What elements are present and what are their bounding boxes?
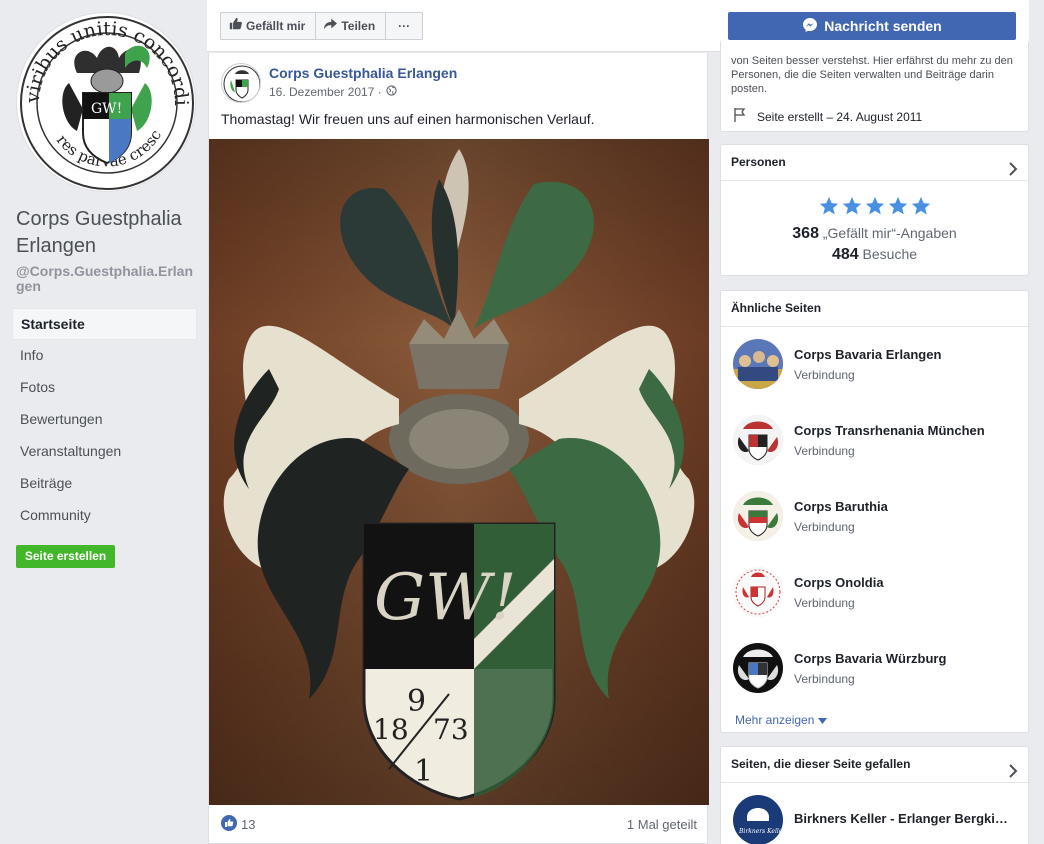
page-title: Corps Guestphalia Erlangen: [16, 208, 182, 257]
left-column: viribus unitis concordiaque res parvae c…: [0, 0, 207, 844]
visits-count: 484: [831, 246, 859, 263]
nav-item-bewertungen[interactable]: Bewertungen: [12, 404, 197, 436]
similar-page-item[interactable]: Corps Baruthia Verbindung: [721, 479, 1028, 555]
timeline-post: Corps Guestphalia Erlangen 16. Dezember …: [208, 53, 709, 844]
share-page-button[interactable]: Teilen: [316, 13, 387, 39]
caret-down-icon: [817, 713, 827, 727]
about-text: von Seiten besser verstehst. Hier erfähr…: [731, 55, 1013, 95]
page-created-text: Seite erstellt – 24. August 2011: [757, 109, 923, 124]
people-card-header[interactable]: Personen: [721, 145, 1028, 181]
similar-page-item[interactable]: Corps Bavaria Erlangen Verbindung: [721, 327, 1028, 403]
svg-text:Birkners Keller: Birkners Keller: [738, 828, 783, 835]
visits-stat: 484 Besuche: [721, 244, 1028, 265]
svg-text:9: 9: [407, 684, 426, 719]
like-page-label: Gefällt mir: [246, 19, 306, 33]
likes-count: 368: [792, 225, 819, 242]
svg-text:18: 18: [373, 713, 409, 746]
thumbs-up-icon: [229, 13, 242, 39]
visits-label: Besuche: [862, 246, 918, 262]
similar-page-thumbnail[interactable]: [733, 339, 783, 389]
nav-item-info[interactable]: Info: [12, 340, 197, 372]
nav-item-fotos[interactable]: Fotos: [12, 372, 197, 404]
send-message-button[interactable]: Nachricht senden: [728, 12, 1016, 40]
chevron-right-icon: [1008, 155, 1018, 190]
post-text: Thomastag! Wir freuen uns auf einen harm…: [221, 111, 595, 127]
post-footer: 13 1 Mal geteilt: [221, 815, 697, 834]
svg-text:1: 1: [414, 754, 433, 789]
like-page-button[interactable]: Gefällt mir: [221, 13, 317, 39]
liked-page-thumbnail[interactable]: Birkners Keller: [733, 795, 783, 844]
nav-item-veranstaltungen[interactable]: Veranstaltungen: [12, 436, 197, 468]
similar-page-name[interactable]: Corps Bavaria Erlangen: [794, 347, 941, 362]
star-icon: [865, 196, 884, 215]
svg-text:73: 73: [433, 713, 469, 746]
send-message-label: Nachricht senden: [824, 18, 942, 34]
share-arrow-icon: [324, 13, 338, 39]
similar-page-category: Verbindung: [794, 672, 855, 686]
liked-pages-title: Seiten, die dieser Seite gefallen: [731, 757, 911, 771]
similar-page-category: Verbindung: [794, 368, 855, 382]
create-page-button[interactable]: Seite erstellen: [16, 545, 115, 568]
similar-page-name[interactable]: Corps Transrhenania München: [794, 423, 985, 438]
liked-page-item[interactable]: Birkners Keller Birkners Keller - Erlang…: [721, 783, 1028, 844]
post-author-name[interactable]: Corps Guestphalia Erlangen: [269, 65, 457, 81]
similar-page-thumbnail[interactable]: [733, 567, 783, 617]
post-photo[interactable]: GW! 9 18 73 1: [209, 139, 709, 805]
similar-page-category: Verbindung: [794, 520, 855, 534]
profile-picture[interactable]: viribus unitis concordiaque res parvae c…: [16, 12, 196, 192]
post-meta: 16. Dezember 2017 ·: [269, 85, 397, 99]
show-more-link[interactable]: Mehr anzeigen: [721, 707, 1028, 733]
rating-stars: [721, 195, 1028, 217]
people-card: Personen 368 „Gefällt mir“-Angaben 484 B…: [720, 144, 1029, 276]
similar-page-category: Verbindung: [794, 596, 855, 610]
like-reaction-icon: [221, 815, 237, 834]
page-nav: Startseite Info Fotos Bewertungen Verans…: [12, 308, 197, 532]
similar-page-thumbnail[interactable]: [733, 643, 783, 693]
similar-page-thumbnail[interactable]: [733, 491, 783, 541]
similar-pages-card: Ähnliche Seiten Corps Bavaria Erlangen V…: [720, 290, 1029, 733]
reactions-summary[interactable]: 13: [221, 815, 255, 834]
flag-icon: [733, 107, 749, 126]
more-options-button[interactable]: ···: [386, 13, 422, 39]
svg-text:GW!: GW!: [91, 101, 122, 117]
people-card-title: Personen: [731, 155, 786, 169]
messenger-icon: [802, 17, 818, 36]
page-created-row: Seite erstellt – 24. August 2011: [733, 107, 922, 126]
similar-page-category: Verbindung: [794, 444, 855, 458]
likes-label: „Gefällt mir“-Angaben: [822, 225, 957, 241]
action-button-group: Gefällt mir Teilen ···: [220, 12, 424, 40]
star-icon: [842, 196, 861, 215]
post-author-avatar[interactable]: [221, 63, 261, 103]
star-icon: [888, 196, 907, 215]
similar-page-name[interactable]: Corps Bavaria Würzburg: [794, 651, 946, 666]
similar-page-item[interactable]: Corps Onoldia Verbindung: [721, 555, 1028, 631]
liked-pages-card: Seiten, die dieser Seite gefallen Birkne…: [720, 746, 1029, 844]
similar-page-name[interactable]: Corps Onoldia: [794, 575, 884, 590]
globe-icon: [386, 85, 397, 99]
similar-page-thumbnail[interactable]: [733, 415, 783, 465]
post-date[interactable]: 16. Dezember 2017 ·: [269, 85, 382, 99]
similar-page-item[interactable]: Corps Transrhenania München Verbindung: [721, 403, 1028, 479]
share-page-label: Teilen: [341, 19, 376, 33]
liked-pages-header[interactable]: Seiten, die dieser Seite gefallen: [721, 747, 1028, 783]
like-count: 13: [241, 817, 256, 832]
star-icon: [819, 196, 838, 215]
liked-page-name[interactable]: Birkners Keller - Erlanger Bergki…: [794, 811, 1008, 826]
nav-item-community[interactable]: Community: [12, 500, 197, 532]
likes-stat: 368 „Gefällt mir“-Angaben: [721, 223, 1028, 244]
nav-item-beitraege[interactable]: Beiträge: [12, 468, 197, 500]
about-card: von Seiten besser verstehst. Hier erfähr…: [720, 40, 1029, 132]
nav-item-startseite[interactable]: Startseite: [12, 308, 197, 340]
share-count[interactable]: 1 Mal geteilt: [627, 817, 697, 832]
svg-text:GW!: GW!: [374, 561, 517, 635]
similar-page-name[interactable]: Corps Baruthia: [794, 499, 888, 514]
similar-page-item[interactable]: Corps Bavaria Würzburg Verbindung: [721, 631, 1028, 707]
star-icon: [911, 196, 930, 215]
show-more-label: Mehr anzeigen: [735, 713, 815, 727]
page-handle[interactable]: @Corps.Guestphalia.Erlangen: [16, 264, 196, 294]
similar-pages-header: Ähnliche Seiten: [721, 291, 1028, 327]
